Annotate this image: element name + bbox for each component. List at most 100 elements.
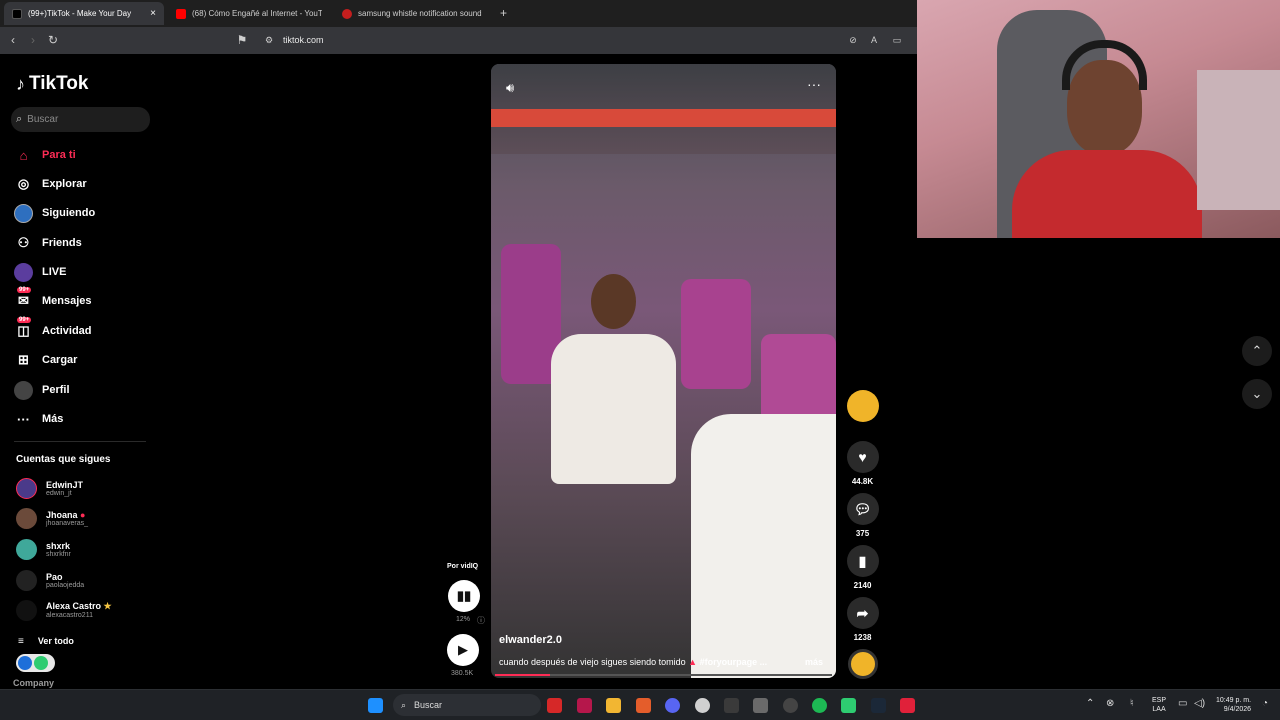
nav-friends[interactable]: ⚇ Friends bbox=[14, 232, 82, 254]
previous-video-button[interactable]: ⌃ bbox=[1242, 336, 1272, 366]
nav-explorar[interactable]: ◎ Explorar bbox=[14, 173, 87, 195]
reload-icon[interactable]: ↻ bbox=[46, 33, 60, 47]
nav-label: Para ti bbox=[42, 149, 76, 161]
back-icon[interactable]: ‹ bbox=[6, 33, 20, 47]
account-handle: paolaojedda bbox=[46, 581, 85, 589]
nav-perfil[interactable]: Perfil bbox=[14, 379, 70, 401]
network-icon[interactable]: ⊗ bbox=[1106, 698, 1114, 709]
tiktok-note-icon: ♪ bbox=[16, 73, 25, 94]
account-item[interactable]: shxrk shxrkfnr bbox=[16, 536, 71, 562]
like-button[interactable]: ♥ 44.8K bbox=[846, 441, 879, 486]
share-button[interactable]: ➦ 1238 bbox=[846, 597, 879, 642]
account-name: Jhoana bbox=[46, 509, 78, 520]
see-all-link[interactable]: ≡ Ver todo bbox=[18, 630, 74, 652]
upload-icon: ⊞ bbox=[18, 352, 29, 367]
search-icon: ⌕ bbox=[16, 113, 23, 125]
play-extension-icon bbox=[18, 656, 32, 670]
account-handle: edwin_jt bbox=[46, 489, 72, 497]
microphone-icon[interactable]: ♮ bbox=[1130, 698, 1134, 709]
nav-live[interactable]: LIVE bbox=[14, 261, 66, 283]
progress-fill bbox=[495, 674, 550, 676]
account-item[interactable]: Jhoana ● jhoanaveras_ bbox=[16, 505, 88, 531]
passenger-shirt bbox=[691, 414, 836, 678]
tray-chevron-icon[interactable]: ⌃ bbox=[1086, 698, 1094, 709]
volume-icon[interactable]: ◁) bbox=[1194, 698, 1205, 709]
save-button[interactable]: ▮ 2140 bbox=[846, 545, 879, 590]
app-icon[interactable] bbox=[841, 698, 856, 713]
settings-icon[interactable] bbox=[695, 698, 710, 713]
brave-browser-icon[interactable] bbox=[636, 698, 651, 713]
clock-date: 9/4/2026 bbox=[1223, 706, 1252, 713]
search-placeholder: Buscar bbox=[27, 114, 59, 125]
language-indicator[interactable]: ESP LAA bbox=[1152, 696, 1166, 714]
tiktok-logo[interactable]: ♪ TikTok bbox=[16, 73, 88, 95]
more-icon: ··· bbox=[17, 411, 30, 427]
creator-avatar[interactable] bbox=[846, 390, 879, 422]
app-icon[interactable] bbox=[724, 698, 739, 713]
translate-icon[interactable]: A bbox=[867, 33, 881, 47]
windows-start-icon[interactable] bbox=[368, 698, 383, 713]
url-input[interactable]: tiktok.com bbox=[283, 35, 324, 45]
extension-toggle[interactable] bbox=[16, 654, 55, 672]
steam-icon[interactable] bbox=[871, 698, 886, 713]
comment-button[interactable]: 💬︎ 375 bbox=[846, 493, 879, 538]
more-options-icon[interactable]: ··· bbox=[807, 76, 821, 92]
site-info-icon[interactable]: ⚙ bbox=[262, 33, 276, 47]
app-icon[interactable] bbox=[577, 698, 592, 713]
nav-cargar[interactable]: ⊞ Cargar bbox=[14, 349, 77, 371]
account-item[interactable]: EdwinJT edwin_jt bbox=[16, 475, 83, 501]
taskbar-search[interactable]: ⌕ Buscar bbox=[393, 694, 541, 716]
play-button[interactable]: ▶ bbox=[447, 634, 479, 666]
caption-more-link[interactable]: más bbox=[805, 657, 823, 667]
company-link[interactable]: Company bbox=[13, 678, 54, 688]
app-icon[interactable] bbox=[900, 698, 915, 713]
search-input[interactable]: ⌕ Buscar bbox=[11, 107, 150, 132]
clock[interactable]: 10:49 p. m. 9/4/2026 bbox=[1216, 696, 1251, 714]
tab-youtube[interactable]: (68) Cómo Engañé al Internet - YouT bbox=[168, 2, 330, 25]
info-icon[interactable]: ⓘ bbox=[477, 615, 485, 626]
notification-icon[interactable]: ◔ bbox=[1262, 698, 1268, 709]
avatar bbox=[16, 507, 37, 529]
cast-icon[interactable]: ▭ bbox=[890, 33, 904, 47]
account-name: Alexa Castro bbox=[46, 601, 102, 611]
nav-label: Friends bbox=[42, 237, 82, 249]
youtube-app-icon[interactable] bbox=[547, 698, 562, 713]
forward-icon[interactable]: › bbox=[26, 33, 40, 47]
spotify-icon[interactable] bbox=[812, 698, 827, 713]
volume-icon[interactable]: 🔊︎ bbox=[506, 80, 514, 96]
tab-label: samsung whistle notification sound bbox=[358, 9, 482, 18]
messages-icon: ✉ 99+ bbox=[17, 286, 32, 308]
discord-icon[interactable] bbox=[665, 698, 680, 713]
file-explorer-icon[interactable] bbox=[606, 698, 621, 713]
nav-para-ti[interactable]: ⌂ Para ti bbox=[14, 144, 76, 166]
bookmark-icon[interactable]: ⚑ bbox=[235, 33, 249, 47]
sound-disc[interactable] bbox=[846, 649, 879, 679]
tab-samsung[interactable]: samsung whistle notification sound bbox=[334, 2, 496, 25]
avatar bbox=[846, 390, 879, 422]
account-item[interactable]: Pao paolaojedda bbox=[16, 567, 84, 593]
display-icon[interactable]: ▭ bbox=[1178, 698, 1187, 709]
nav-mas[interactable]: ··· Más bbox=[14, 408, 63, 430]
account-item[interactable]: Alexa Castro ★ alexacastro211 bbox=[16, 597, 112, 623]
account-handle: alexacastro211 bbox=[46, 612, 93, 619]
vidiq-stats-button[interactable]: ▮▮ bbox=[448, 580, 480, 612]
next-video-button[interactable]: ⌄ bbox=[1242, 379, 1272, 409]
nav-siguiendo[interactable]: Siguiendo bbox=[14, 202, 95, 224]
obs-icon[interactable] bbox=[783, 698, 798, 713]
close-tab-icon[interactable]: × bbox=[150, 8, 156, 19]
heart-icon: ♥ bbox=[846, 441, 879, 473]
nav-actividad[interactable]: ◫ 99+ Actividad bbox=[14, 316, 92, 342]
share-count: 1238 bbox=[853, 633, 872, 642]
bookmark-icon: ▮ bbox=[846, 545, 879, 577]
tab-tiktok[interactable]: (99+)TikTok - Make Your Day × bbox=[4, 2, 164, 25]
video-player[interactable]: 🔊︎ ··· elwander2.0 cuando después de vie… bbox=[491, 64, 836, 678]
nav-mensajes[interactable]: ✉ 99+ Mensajes bbox=[14, 286, 92, 312]
account-handle: jhoanaveras_ bbox=[46, 519, 89, 527]
video-author[interactable]: elwander2.0 bbox=[499, 634, 562, 646]
new-tab-icon[interactable]: + bbox=[500, 6, 507, 20]
calculator-icon[interactable] bbox=[753, 698, 768, 713]
hashtag-link[interactable]: #foryourpage ... bbox=[700, 657, 768, 667]
avatar bbox=[16, 477, 37, 499]
mute-site-icon[interactable]: ⊘ bbox=[846, 33, 860, 47]
compass-icon: ◎ bbox=[17, 176, 30, 191]
